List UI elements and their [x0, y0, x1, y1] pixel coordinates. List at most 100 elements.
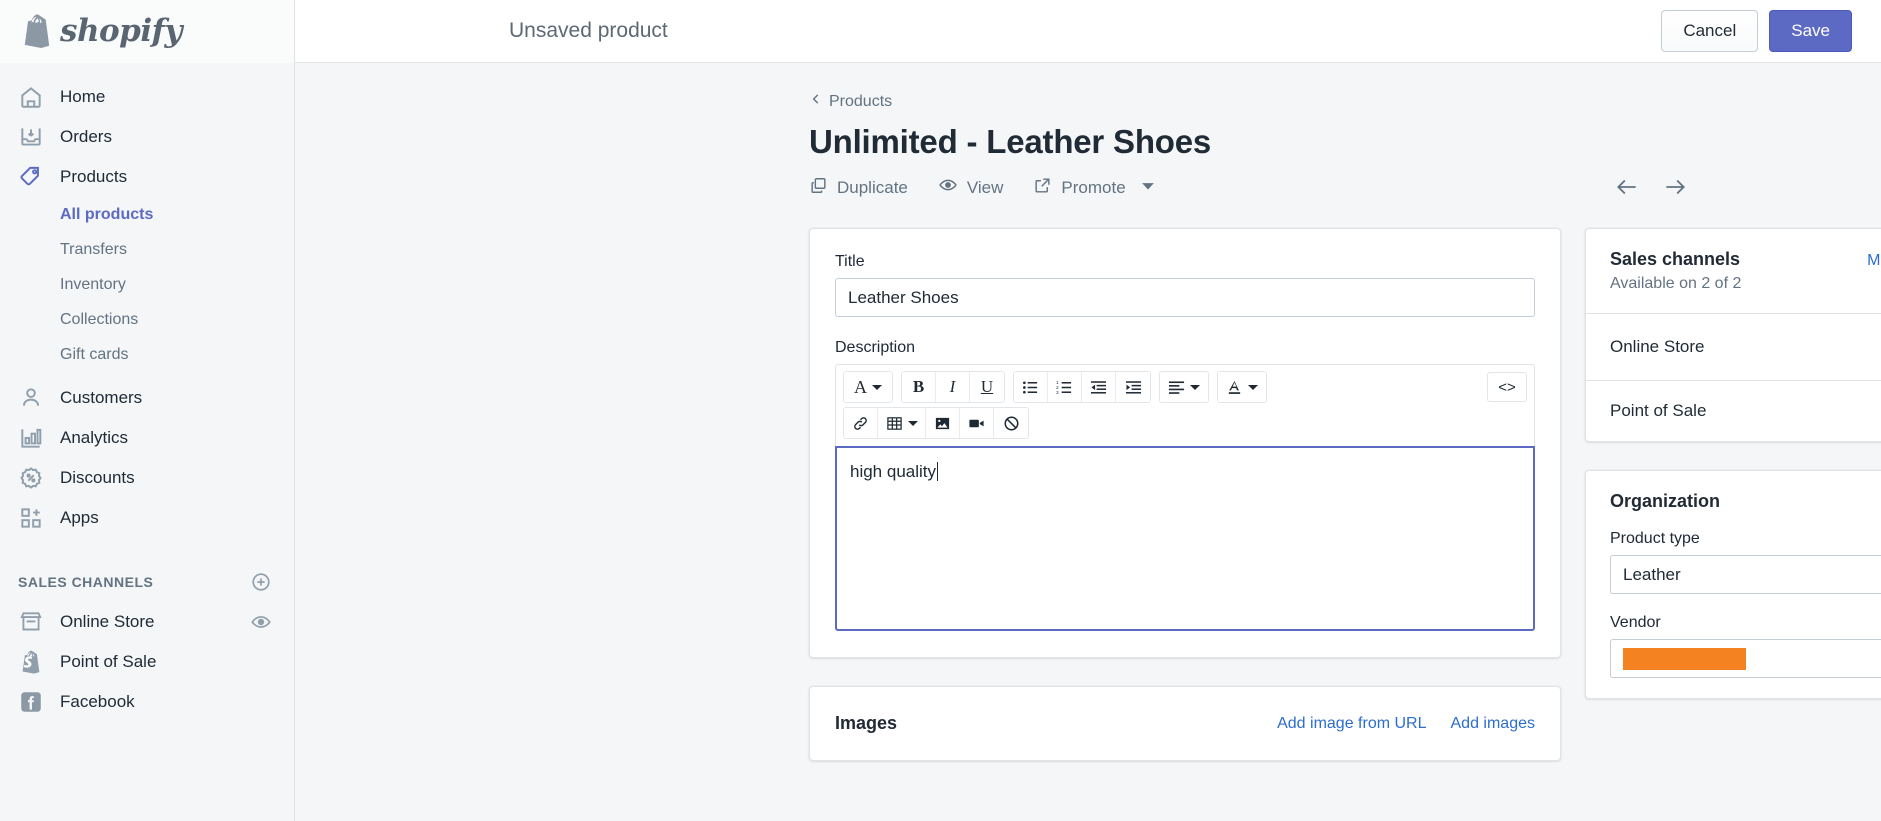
- vendor-select[interactable]: [1610, 639, 1881, 678]
- title-field-label: Title: [835, 253, 865, 270]
- product-type-value: Leather: [1610, 555, 1881, 594]
- page-action-label: View: [966, 177, 1004, 197]
- chevron-down-icon: [1141, 178, 1155, 198]
- insert-image-button[interactable]: [926, 408, 960, 438]
- record-navigation: [1614, 174, 1688, 205]
- sidebar-item-discounts[interactable]: Discounts: [0, 458, 294, 498]
- underline-button[interactable]: U: [970, 372, 1004, 402]
- sidebar-item-analytics[interactable]: Analytics: [0, 418, 294, 458]
- toolbar-group-align: [1159, 371, 1209, 403]
- text-cursor: [937, 462, 939, 481]
- sidebar-item-customers[interactable]: Customers: [0, 378, 294, 418]
- sidebar-subitem-label: All products: [60, 205, 154, 223]
- breadcrumb[interactable]: Products: [809, 92, 892, 111]
- align-button[interactable]: [1160, 372, 1208, 402]
- shopify-logo[interactable]: shopify: [0, 0, 295, 63]
- vendor-redaction-block: [1623, 647, 1746, 670]
- logo-wordmark: shopify: [60, 13, 182, 49]
- add-image-from-url-link[interactable]: Add image from URL: [1277, 715, 1426, 733]
- customer-person-icon: [18, 385, 44, 411]
- numbered-list-button[interactable]: 123: [1048, 372, 1082, 402]
- sidebar-item-label: Home: [60, 87, 106, 106]
- italic-button[interactable]: I: [936, 372, 970, 402]
- channel-row-online-store[interactable]: Online Store: [1586, 314, 1881, 380]
- arrow-left-icon[interactable]: [1614, 174, 1640, 205]
- product-type-label: Product type: [1610, 530, 1700, 547]
- plus-circle-icon[interactable]: [250, 571, 272, 593]
- sidebar-subitem-label: Collections: [60, 310, 139, 328]
- cancel-button[interactable]: Cancel: [1661, 9, 1759, 53]
- top-bar: shopify Unsaved product Cancel Save: [0, 0, 1881, 63]
- sidebar-subitem-all-products[interactable]: All products: [0, 197, 294, 232]
- sidebar-item-label: Analytics: [60, 428, 129, 447]
- apps-grid-plus-icon: [18, 505, 44, 531]
- clear-formatting-button[interactable]: [994, 408, 1028, 438]
- breadcrumb-label: Products: [829, 92, 893, 110]
- eye-icon[interactable]: [250, 611, 272, 633]
- save-button[interactable]: Save: [1769, 9, 1852, 53]
- sidebar-item-label: Orders: [60, 127, 112, 146]
- sidebar-subitem-transfers[interactable]: Transfers: [0, 232, 294, 267]
- outdent-button[interactable]: [1082, 372, 1116, 402]
- eye-icon: [938, 175, 958, 200]
- product-type-select[interactable]: Leather: [1610, 555, 1881, 594]
- channel-row-point-of-sale[interactable]: Point of Sale: [1586, 381, 1881, 441]
- toolbar-group-insert: [843, 407, 1029, 439]
- promote-button[interactable]: Promote: [1033, 176, 1154, 200]
- sidebar-item-home[interactable]: Home: [0, 77, 294, 117]
- format-style-button[interactable]: A: [844, 372, 892, 402]
- organization-card-title: Organization: [1610, 491, 1721, 511]
- sidebar-item-apps[interactable]: Apps: [0, 498, 294, 538]
- insert-video-button[interactable]: [960, 408, 994, 438]
- description-editor[interactable]: high quality: [835, 446, 1535, 631]
- title-input[interactable]: [835, 278, 1535, 317]
- bulleted-list-button[interactable]: [1014, 372, 1048, 402]
- sidebar-channel-point-of-sale[interactable]: Point of Sale: [0, 642, 294, 682]
- discount-percent-icon: [18, 465, 44, 491]
- svg-text:3: 3: [1056, 389, 1059, 395]
- facebook-icon: [18, 689, 44, 715]
- manage-channels-link[interactable]: Manage: [1867, 252, 1881, 270]
- page-action-label: Duplicate: [837, 177, 908, 197]
- description-field-label: Description: [835, 339, 916, 356]
- sidebar-navigation: Home Orders Products All products Transf…: [0, 63, 295, 821]
- page-actions: Duplicate View Promote: [809, 175, 1662, 200]
- sidebar-subitem-label: Gift cards: [60, 345, 129, 363]
- sales-channels-card: Sales channels Manage Available on 2 of …: [1585, 228, 1881, 442]
- main-content: Products Unlimited - Leather Shoes Dupli…: [296, 64, 1881, 821]
- channel-name: Online Store: [1610, 337, 1705, 356]
- insert-table-button[interactable]: [878, 408, 926, 438]
- storefront-icon: [18, 609, 44, 635]
- description-text: high quality: [850, 462, 937, 481]
- duplicate-button[interactable]: Duplicate: [809, 176, 908, 200]
- toolbar-group-lists: 123: [1013, 371, 1151, 403]
- sidebar-channel-facebook[interactable]: Facebook: [0, 682, 294, 722]
- sidebar-item-label: Apps: [60, 508, 99, 527]
- insert-link-button[interactable]: [844, 408, 878, 438]
- sidebar-subitem-collections[interactable]: Collections: [0, 302, 294, 337]
- sidebar-subitem-gift-cards[interactable]: Gift cards: [0, 337, 294, 372]
- sidebar-item-label: Discounts: [60, 468, 135, 487]
- external-link-icon: [1033, 176, 1052, 200]
- sidebar-item-label: Customers: [60, 388, 143, 407]
- page-action-label: Promote: [1061, 177, 1126, 197]
- code-view-button[interactable]: <>: [1487, 372, 1527, 402]
- channel-availability-text: Available on 2 of 2: [1610, 275, 1742, 292]
- view-button[interactable]: View: [938, 175, 1004, 200]
- indent-button[interactable]: [1116, 372, 1150, 402]
- sidebar-item-orders[interactable]: Orders: [0, 117, 294, 157]
- sidebar-item-products[interactable]: Products: [0, 157, 294, 197]
- sidebar-subitem-inventory[interactable]: Inventory: [0, 267, 294, 302]
- sidebar-item-label: Facebook: [60, 692, 135, 711]
- arrow-right-icon[interactable]: [1662, 174, 1688, 205]
- bold-button[interactable]: B: [902, 372, 936, 402]
- text-color-button[interactable]: [1218, 372, 1266, 402]
- add-images-link[interactable]: Add images: [1451, 715, 1536, 733]
- sidebar-channel-online-store[interactable]: Online Store: [0, 602, 294, 642]
- chevron-down-icon: [907, 420, 918, 426]
- sales-channels-heading: SALES CHANNELS: [18, 574, 154, 590]
- images-card-title: Images: [835, 713, 898, 733]
- images-card: Images Add image from URL Add images: [809, 686, 1561, 761]
- analytics-bars-icon: [18, 425, 44, 451]
- sidebar-subitem-label: Transfers: [60, 240, 127, 258]
